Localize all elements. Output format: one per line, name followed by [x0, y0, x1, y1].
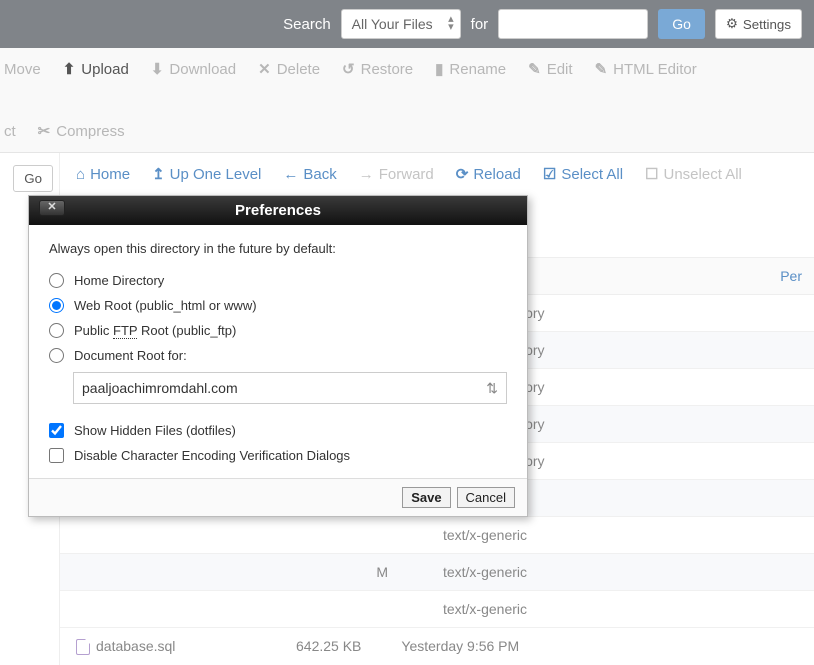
table-row[interactable]: text/x-generic: [60, 517, 814, 554]
ct-fragment: ct: [4, 122, 16, 140]
radio-webroot[interactable]: [49, 298, 64, 313]
search-scope-value: All Your Files: [352, 16, 433, 32]
uncheck-icon: ☐: [645, 165, 658, 183]
go-button[interactable]: Go: [658, 9, 705, 39]
delete-icon: ✕: [258, 60, 271, 78]
radio-home[interactable]: [49, 273, 64, 288]
gear-icon: [726, 16, 738, 32]
html-editor-icon: ✎: [595, 60, 608, 78]
domain-value: paaljoachimromdahl.com: [82, 380, 238, 396]
dialog-footer: Save Cancel: [29, 478, 527, 516]
edit-icon: ✎: [528, 60, 541, 78]
option-home-directory[interactable]: Home Directory: [49, 268, 507, 293]
forward-icon: →: [359, 166, 374, 183]
check-icon: ☑: [543, 165, 556, 183]
chevron-updown-icon: ▴▾: [448, 15, 454, 31]
restore-button[interactable]: ↺Restore: [342, 60, 413, 78]
search-scope-dropdown[interactable]: All Your Files ▴▾: [341, 9, 461, 39]
select-all-link[interactable]: ☑Select All: [543, 165, 623, 183]
table-row[interactable]: Mtext/x-generic: [60, 554, 814, 591]
settings-button[interactable]: Settings: [715, 9, 802, 39]
back-link[interactable]: ←Back: [283, 165, 336, 183]
move-button[interactable]: Move: [4, 60, 41, 78]
rename-icon: ▮: [435, 60, 443, 78]
option-ftp-root[interactable]: Public FTP Root (public_ftp): [49, 318, 507, 343]
table-row[interactable]: database.sql 642.25 KB Yesterday 9:56 PM: [60, 628, 814, 665]
table-row[interactable]: text/x-generic: [60, 591, 814, 628]
option-document-root[interactable]: Document Root for:: [49, 343, 507, 368]
upload-button[interactable]: ⬆Upload: [63, 60, 129, 78]
file-icon: [76, 639, 90, 655]
compress-button[interactable]: ✂Compress: [38, 122, 125, 140]
radio-docroot[interactable]: [49, 348, 64, 363]
download-button[interactable]: ⬇Download: [151, 60, 236, 78]
search-input[interactable]: [498, 9, 648, 39]
domain-select[interactable]: paaljoachimromdahl.com ⇅: [73, 372, 507, 404]
home-link[interactable]: ⌂Home: [76, 165, 130, 183]
edit-button[interactable]: ✎Edit: [528, 60, 572, 78]
file-size: 642.25 KB: [296, 638, 361, 655]
unselect-all-link[interactable]: ☐Unselect All: [645, 165, 742, 183]
delete-button[interactable]: ✕Delete: [258, 60, 320, 78]
close-icon[interactable]: ✕: [39, 200, 65, 216]
rename-button[interactable]: ▮Rename: [435, 60, 506, 78]
preferences-dialog: ✕ Preferences Always open this directory…: [28, 195, 528, 517]
top-bar: Search All Your Files ▴▾ for Go Settings: [0, 0, 814, 48]
option-encoding[interactable]: Disable Character Encoding Verification …: [49, 443, 507, 468]
reload-icon: ⟳: [456, 165, 469, 183]
dialog-header: ✕ Preferences: [29, 196, 527, 225]
checkbox-hidden[interactable]: [49, 423, 64, 438]
toolbar: Move ⬆Upload ⬇Download ✕Delete ↺Restore …: [0, 48, 814, 153]
search-label: Search: [283, 16, 331, 33]
restore-icon: ↺: [342, 60, 355, 78]
file-modified: Yesterday 9:56 PM: [401, 638, 519, 655]
save-button[interactable]: Save: [402, 487, 450, 508]
home-icon: ⌂: [76, 166, 85, 183]
chevron-updown-icon: ⇅: [486, 380, 498, 397]
back-icon: ←: [283, 166, 298, 183]
col-per[interactable]: Per: [570, 258, 814, 295]
up-link[interactable]: ↥Up One Level: [152, 165, 261, 183]
upload-icon: ⬆: [63, 60, 76, 78]
checkbox-encoding[interactable]: [49, 448, 64, 463]
download-icon: ⬇: [151, 60, 164, 78]
dialog-intro: Always open this directory in the future…: [49, 241, 507, 256]
for-label: for: [471, 16, 489, 33]
settings-label: Settings: [743, 17, 791, 32]
option-web-root[interactable]: Web Root (public_html or www): [49, 293, 507, 318]
dialog-title: Preferences: [235, 202, 321, 219]
file-name: database.sql: [96, 638, 175, 654]
radio-ftp[interactable]: [49, 323, 64, 338]
reload-link[interactable]: ⟳Reload: [456, 165, 521, 183]
side-go-button[interactable]: Go: [13, 165, 53, 192]
cancel-button[interactable]: Cancel: [457, 487, 515, 508]
option-hidden-files[interactable]: Show Hidden Files (dotfiles): [49, 418, 507, 443]
compress-icon: ✂: [38, 122, 51, 140]
html-editor-button[interactable]: ✎HTML Editor: [595, 60, 697, 78]
forward-link[interactable]: →Forward: [359, 165, 434, 183]
up-icon: ↥: [152, 165, 165, 183]
